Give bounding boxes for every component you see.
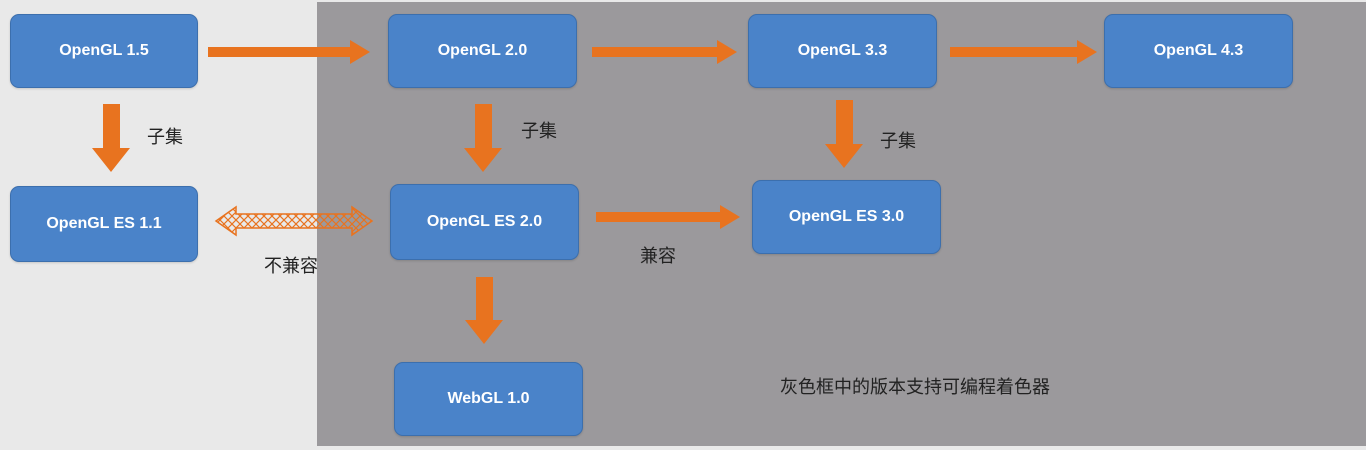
node-label: OpenGL 2.0	[437, 42, 528, 59]
node-label: OpenGL 4.3	[1153, 42, 1244, 59]
node-label: OpenGL ES 3.0	[788, 208, 905, 225]
arrow-es-2-0-to-es-3-0	[596, 205, 740, 229]
node-label: OpenGL ES 1.1	[46, 215, 162, 232]
edge-label-subset: 子集	[147, 127, 183, 148]
node-label: OpenGL ES 2.0	[426, 213, 543, 230]
edge-label-incompatible: 不兼容	[264, 256, 318, 277]
edge-label-subset: 子集	[521, 121, 557, 142]
programmable-shader-note: 灰色框中的版本支持可编程着色器	[780, 377, 1050, 398]
incompatible-double-arrow	[214, 205, 374, 237]
node-label: OpenGL 1.5	[59, 42, 149, 59]
arrow-1-5-to-2-0	[208, 40, 370, 64]
node-opengl-es-2-0: OpenGL ES 2.0	[390, 184, 579, 260]
diagram-canvas: OpenGL 1.5 OpenGL 2.0 OpenGL 3.3 OpenGL …	[0, 0, 1366, 450]
node-label: OpenGL 3.3	[797, 42, 888, 59]
arrow-es-2-0-down-webgl	[465, 277, 503, 344]
arrow-1-5-down-subset	[92, 104, 130, 172]
arrow-2-0-down-subset	[464, 104, 502, 172]
node-opengl-es-3-0: OpenGL ES 3.0	[752, 180, 941, 254]
arrow-3-3-to-4-3	[950, 40, 1097, 64]
node-webgl-1-0: WebGL 1.0	[394, 362, 583, 436]
arrow-3-3-down-subset	[825, 100, 863, 168]
node-opengl-4-3: OpenGL 4.3	[1104, 14, 1293, 88]
arrow-2-0-to-3-3	[592, 40, 737, 64]
node-opengl-3-3: OpenGL 3.3	[748, 14, 937, 88]
node-label: WebGL 1.0	[447, 390, 530, 407]
edge-label-compatible: 兼容	[640, 246, 676, 267]
node-opengl-es-1-1: OpenGL ES 1.1	[10, 186, 198, 262]
node-opengl-2-0: OpenGL 2.0	[388, 14, 577, 88]
node-opengl-1-5: OpenGL 1.5	[10, 14, 198, 88]
edge-label-subset: 子集	[880, 131, 916, 152]
